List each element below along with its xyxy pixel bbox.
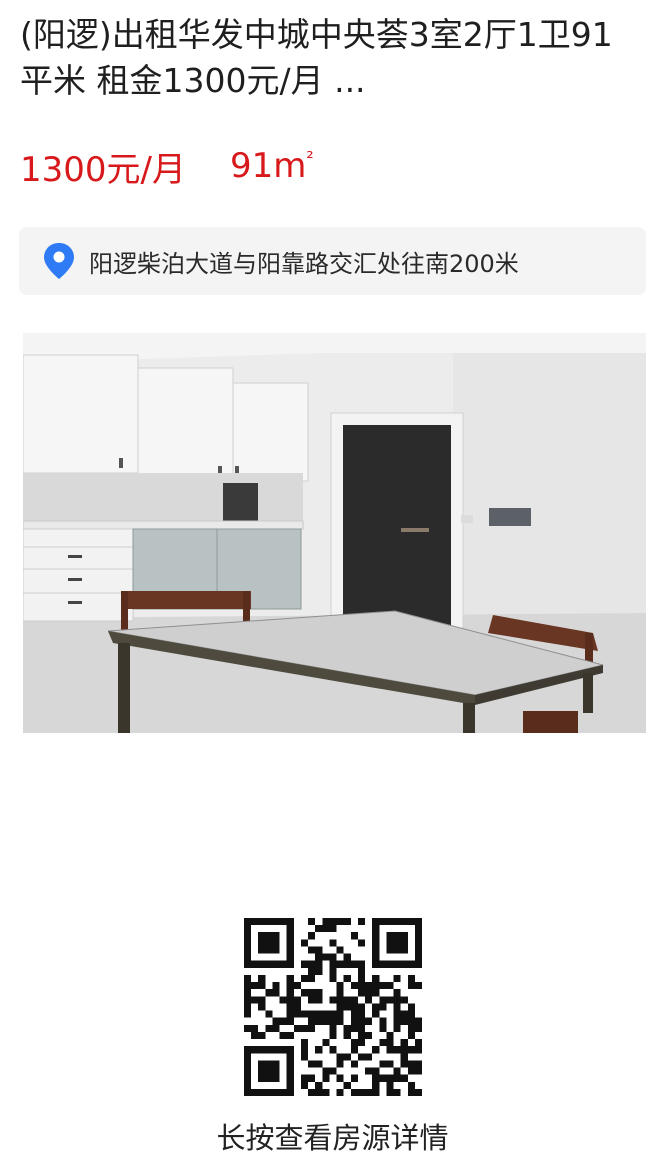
address-text: 阳逻柴泊大道与阳靠路交汇处往南200米	[89, 249, 519, 278]
price-row: 1300元/月 91m²	[20, 140, 314, 192]
location-pin-icon	[44, 243, 74, 279]
listing-title: (阳逻)出租华发中城中央荟3室2厅1卫91平米 租金1300元/月 ...	[20, 15, 613, 100]
area-value: 91m	[229, 146, 307, 186]
address-card[interactable]: 阳逻柴泊大道与阳靠路交汇处往南200米	[19, 227, 646, 295]
floor-area: 91m²	[230, 146, 314, 186]
rent-price: 1300元/月	[20, 149, 186, 190]
area-unit: ²	[306, 148, 314, 169]
qr-code[interactable]	[244, 918, 422, 1096]
room-photo[interactable]	[23, 333, 646, 733]
long-press-caption: 长按查看房源详情	[216, 1121, 449, 1155]
